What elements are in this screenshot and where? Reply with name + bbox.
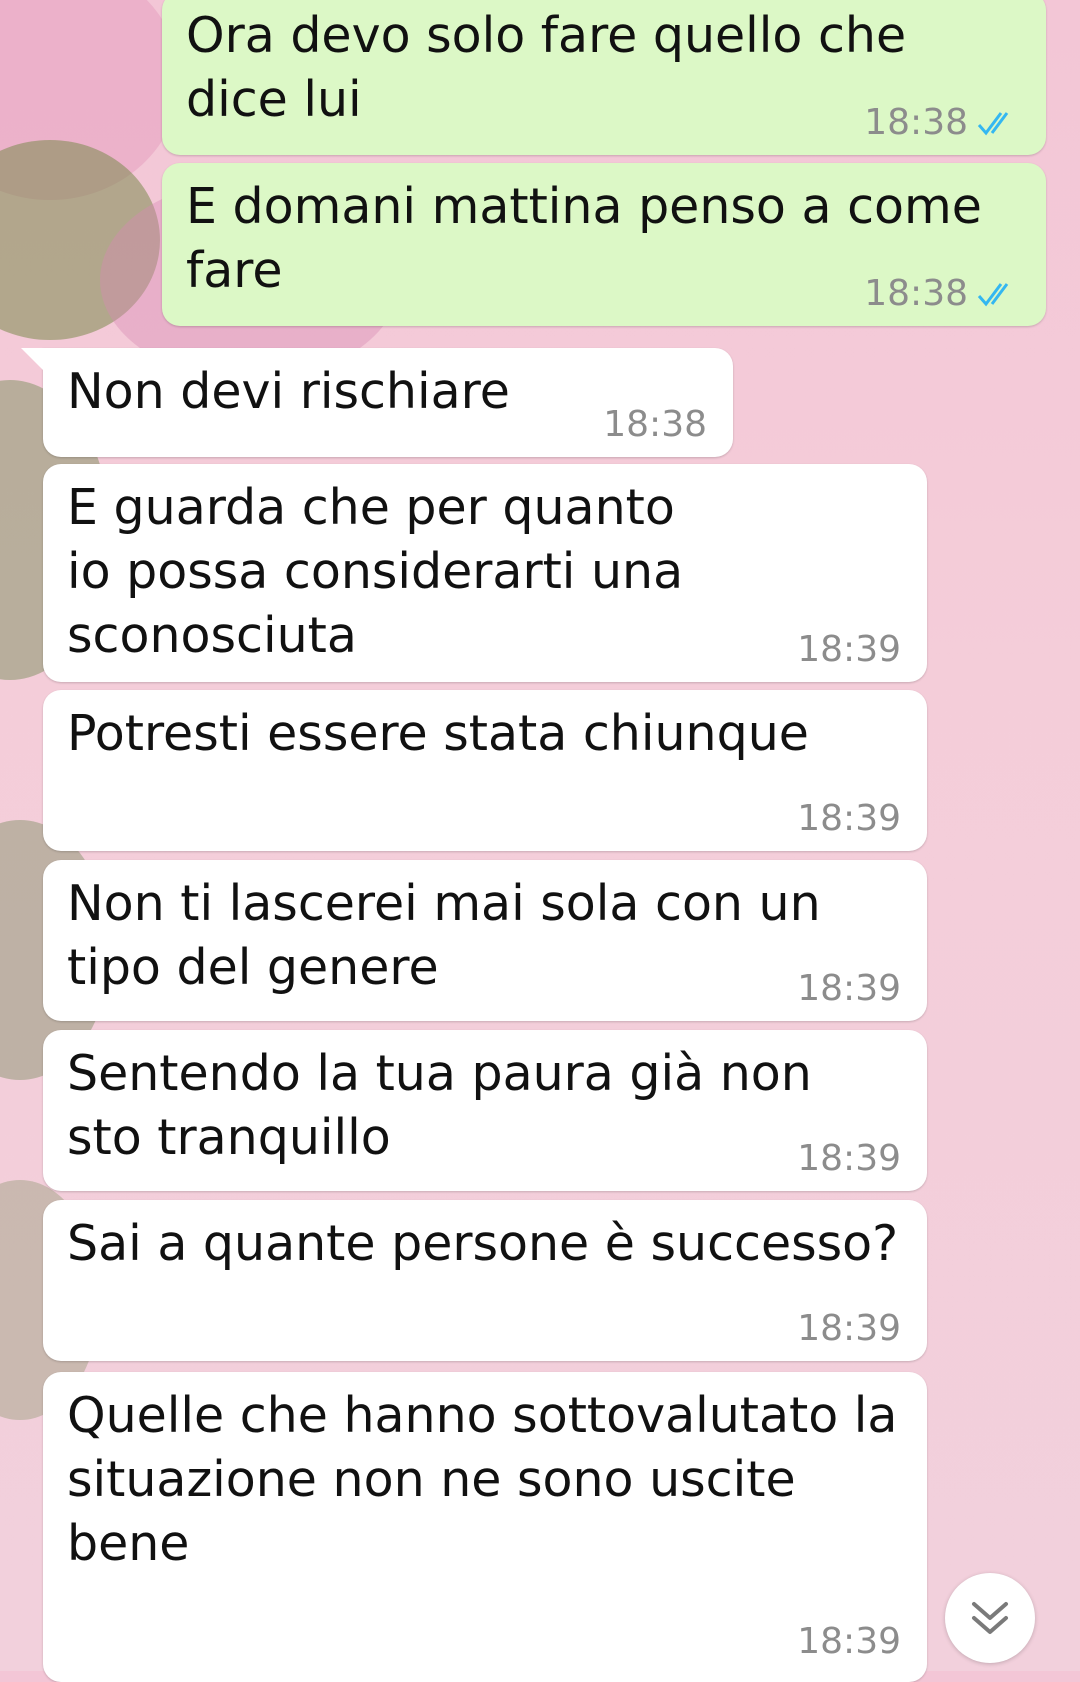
message-time: 18:39 bbox=[797, 629, 901, 670]
read-double-check-icon bbox=[977, 112, 1009, 136]
scroll-to-bottom-button[interactable] bbox=[945, 1573, 1035, 1663]
message-time: 18:38 bbox=[864, 102, 968, 143]
message-bubble-incoming[interactable]: Quelle che hanno sottovalutato la situaz… bbox=[43, 1372, 927, 1682]
message-time: 18:39 bbox=[797, 1621, 901, 1662]
message-text: Non ti lascerei mai sola con un tipo del… bbox=[67, 875, 821, 996]
message-meta: 18:39 bbox=[797, 969, 901, 1009]
message-time: 18:38 bbox=[864, 273, 968, 314]
message-time: 18:39 bbox=[797, 1138, 901, 1179]
message-text: Quelle che hanno sottovalutato la situaz… bbox=[67, 1387, 898, 1572]
message-time: 18:39 bbox=[797, 1308, 901, 1349]
message-bubble-outgoing[interactable]: Ora devo solo fare quello che dice lui 1… bbox=[162, 0, 1046, 155]
message-meta: 18:39 bbox=[797, 1622, 901, 1662]
message-bubble-incoming[interactable]: Sentendo la tua paura già non sto tranqu… bbox=[43, 1030, 927, 1191]
bubble-tail bbox=[21, 348, 43, 370]
message-meta: 18:39 bbox=[797, 799, 901, 839]
message-meta: 18:39 bbox=[797, 630, 901, 670]
message-meta: 18:39 bbox=[797, 1139, 901, 1179]
message-bubble-incoming[interactable]: Non ti lascerei mai sola con un tipo del… bbox=[43, 860, 927, 1021]
message-text: Potresti essere stata chiunque bbox=[67, 705, 809, 762]
message-time: 18:39 bbox=[797, 968, 901, 1009]
message-bubble-incoming[interactable]: E guarda che per quanto io possa conside… bbox=[43, 464, 927, 682]
message-text: Sai a quante persone è successo? bbox=[67, 1215, 899, 1272]
message-time: 18:39 bbox=[797, 798, 901, 839]
message-bubble-outgoing[interactable]: E domani mattina penso a come fare 18:38 bbox=[162, 163, 1046, 326]
message-meta: 18:39 bbox=[797, 1309, 901, 1349]
message-meta: 18:38 bbox=[603, 405, 707, 445]
message-meta: 18:38 bbox=[864, 103, 1020, 143]
read-double-check-icon bbox=[977, 283, 1009, 307]
message-meta: 18:38 bbox=[864, 274, 1020, 314]
message-bubble-incoming[interactable]: Non devi rischiare 18:38 bbox=[21, 348, 733, 457]
message-bubble-incoming[interactable]: Sai a quante persone è successo? 18:39 bbox=[43, 1200, 927, 1361]
message-text: Sentendo la tua paura già non sto tranqu… bbox=[67, 1045, 812, 1166]
message-bubble-incoming[interactable]: Potresti essere stata chiunque 18:39 bbox=[43, 690, 927, 851]
message-time: 18:38 bbox=[603, 404, 707, 445]
double-chevron-down-icon bbox=[972, 1602, 1008, 1634]
message-text: E guarda che per quanto io possa conside… bbox=[67, 479, 684, 664]
